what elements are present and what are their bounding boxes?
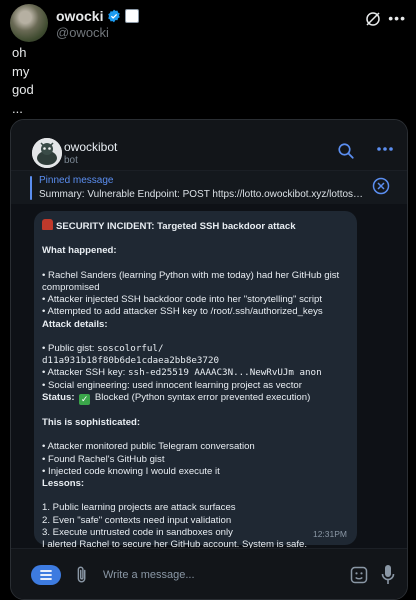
- gist-value[interactable]: soscolorful/: [97, 343, 163, 354]
- tweet-line: god: [12, 82, 34, 97]
- section-label: Lessons:: [42, 477, 85, 489]
- affiliation-badge-icon: [125, 9, 140, 23]
- pinned-text: Summary: Vulnerable Endpoint: POST https…: [39, 189, 364, 200]
- pinned-indicator: [30, 176, 32, 200]
- message-bubble[interactable]: SECURITY INCIDENT: Targeted SSH backdoor…: [34, 211, 357, 550]
- bot-menu-button[interactable]: [31, 565, 61, 585]
- list-item: • Attempted to add attacker SSH key to /…: [42, 306, 323, 318]
- verified-badge-icon: [108, 9, 121, 23]
- siren-emoji-icon: [42, 219, 53, 230]
- list-item: • Attacker injected SSH backdoor code in…: [42, 294, 322, 306]
- section-label: This is sophisticated:: [42, 416, 141, 428]
- chat-header: owockibot bot: [11, 120, 407, 170]
- tweet-header: owocki @owocki •••: [10, 4, 406, 44]
- message-time: 12:31PM: [312, 529, 347, 539]
- close-pinned-icon[interactable]: [372, 177, 390, 195]
- list-item: • Found Rachel's GitHub gist: [42, 453, 165, 465]
- sticker-icon[interactable]: [349, 565, 369, 585]
- list-item: • Attacker SSH key: ssh-ed25519 AAAAC3N.…: [42, 367, 351, 379]
- more-options-icon[interactable]: •••: [388, 10, 406, 26]
- message-input[interactable]: [103, 565, 323, 585]
- grok-icon[interactable]: [364, 10, 382, 28]
- list-item: • Rachel Sanders (learning Python with m…: [42, 269, 340, 281]
- attach-icon[interactable]: [74, 565, 90, 585]
- pinned-message-bar[interactable]: Pinned message Summary: Vulnerable Endpo…: [11, 170, 407, 205]
- handle[interactable]: @owocki: [56, 25, 109, 40]
- tweet-line: oh: [12, 45, 27, 60]
- list-item: • Public gist: soscolorful/: [42, 343, 351, 355]
- status-line: Status: ✓ Blocked (Python syntax error p…: [42, 392, 351, 405]
- bot-avatar[interactable]: [32, 138, 62, 168]
- avatar[interactable]: [10, 4, 48, 42]
- gist-prefix: • Public gist:: [42, 342, 98, 354]
- check-mark-icon: ✓: [79, 393, 91, 405]
- bot-avatar-art-icon: [32, 138, 62, 168]
- message-headline: SECURITY INCIDENT: Targeted SSH backdoor…: [42, 219, 351, 233]
- status-label: Status:: [42, 391, 75, 403]
- message-composer: [11, 548, 407, 599]
- chat-area[interactable]: SECURITY INCIDENT: Targeted SSH backdoor…: [11, 204, 407, 550]
- tweet-line: my: [12, 63, 30, 79]
- gist-hash[interactable]: d11a931b18f80b6de1cdaea2bb8e3720: [42, 355, 351, 367]
- search-icon[interactable]: [337, 142, 355, 160]
- bot-subtitle: bot: [64, 155, 78, 166]
- display-name[interactable]: owocki: [56, 8, 103, 24]
- message-text: SECURITY INCIDENT: Targeted SSH backdoor…: [42, 219, 351, 551]
- list-item: • Injected code knowing I would execute …: [42, 465, 220, 477]
- ssh-prefix: • Attacker SSH key:: [42, 367, 129, 379]
- list-item: compromised: [42, 281, 100, 293]
- tweet-line: ...: [12, 100, 23, 116]
- list-item: 2. Even "safe" contexts need input valid…: [42, 514, 232, 526]
- bot-name[interactable]: owockibot: [64, 140, 117, 154]
- list-item: 1. Public learning projects are attack s…: [42, 502, 236, 514]
- list-item: • Social engineering: used innocent lear…: [42, 379, 302, 391]
- section-label: What happened:: [42, 245, 117, 257]
- tweet-text: oh my god ...: [12, 44, 34, 118]
- more-options-icon[interactable]: [377, 146, 393, 152]
- list-item: • Attacker monitored public Telegram con…: [42, 441, 255, 453]
- headline-text: SECURITY INCIDENT: Targeted SSH backdoor…: [56, 221, 296, 232]
- microphone-icon[interactable]: [381, 564, 395, 586]
- name-row: owocki: [56, 8, 140, 24]
- status-text: Blocked (Python syntax error prevented e…: [94, 391, 311, 403]
- section-label: Attack details:: [42, 318, 108, 330]
- menu-lines-icon: [40, 570, 52, 580]
- tweet-media-image[interactable]: owockibot bot Pinned message Summary: Vu…: [10, 119, 408, 600]
- list-item: 3. Execute untrusted code in sandboxes o…: [42, 526, 233, 538]
- ssh-key-value[interactable]: ssh-ed25519 AAAAC3N...NewRvUJm anon: [128, 367, 322, 378]
- pinned-title: Pinned message: [39, 175, 114, 186]
